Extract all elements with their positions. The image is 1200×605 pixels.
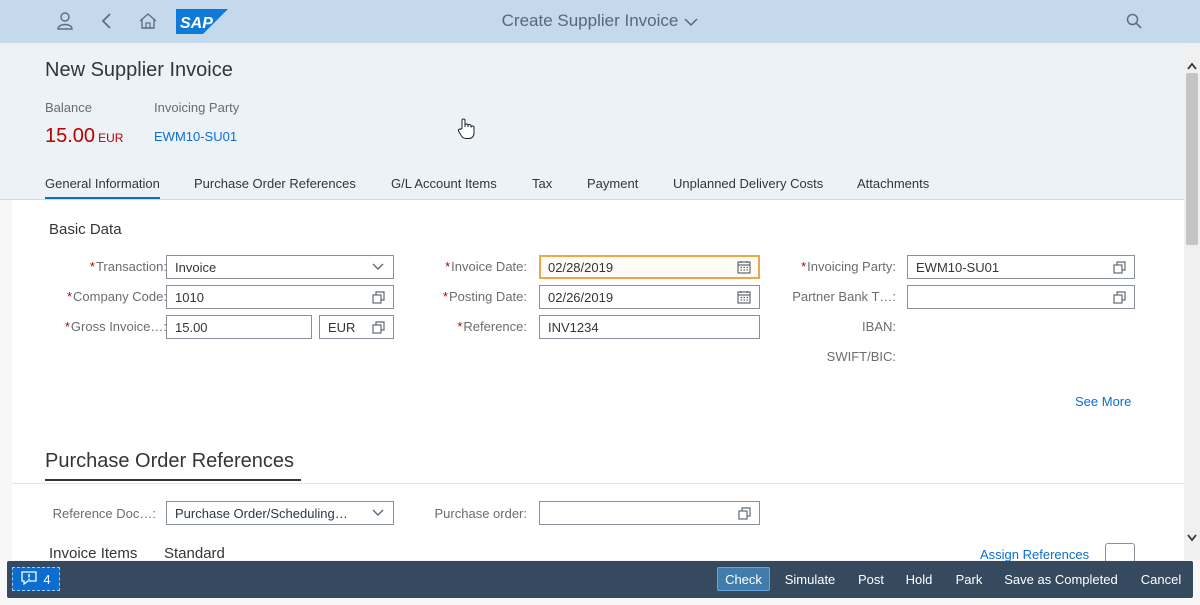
reference-value: INV1234 xyxy=(548,319,599,335)
iban-label: IBAN: xyxy=(862,319,896,334)
scroll-down-icon[interactable] xyxy=(1187,529,1197,542)
shell-bar: SAP Create Supplier Invoice xyxy=(0,0,1200,43)
svg-text:SAP: SAP xyxy=(180,15,213,32)
app-title-menu[interactable]: Create Supplier Invoice xyxy=(502,11,699,30)
tab-gl-account-items[interactable]: G/L Account Items xyxy=(391,176,497,191)
company-code-field[interactable]: 1010 xyxy=(166,285,394,309)
tab-general-information[interactable]: General Information xyxy=(45,176,160,199)
transaction-label: *Transaction: xyxy=(89,259,167,274)
vertical-scrollbar[interactable] xyxy=(1184,43,1200,560)
invoice-items-title: Invoice Items xyxy=(49,545,138,562)
gross-invoice-value: 15.00 xyxy=(175,319,208,335)
balance-currency: EUR xyxy=(98,131,124,145)
partner-bank-label: Partner Bank T…: xyxy=(792,289,896,304)
partner-bank-field[interactable] xyxy=(907,285,1135,309)
transaction-select[interactable]: Invoice xyxy=(166,255,394,279)
page-title: New Supplier Invoice xyxy=(45,59,233,81)
balance-amount: 15.00 xyxy=(45,125,96,147)
invoicing-party-label: Invoicing Party xyxy=(154,100,240,115)
assign-references-link[interactable]: Assign References xyxy=(980,547,1089,562)
invoice-date-label: *Invoice Date: xyxy=(445,259,527,274)
gross-invoice-label: *Gross Invoice…: xyxy=(64,319,167,334)
app-title-text: Create Supplier Invoice xyxy=(501,11,679,30)
purchase-order-field[interactable] xyxy=(539,501,760,525)
scroll-up-icon[interactable] xyxy=(1187,57,1197,70)
message-count: 4 xyxy=(43,571,51,587)
balance-label: Balance xyxy=(45,100,92,115)
invoicing-party-link[interactable]: EWM10-SU01 xyxy=(154,129,237,144)
purchase-order-label: Purchase order: xyxy=(434,506,528,521)
see-more-link[interactable]: See More xyxy=(1075,394,1131,409)
main-content: Basic Data *Transaction: Invoice *Compan… xyxy=(12,200,1184,563)
swift-label: SWIFT/BIC: xyxy=(826,349,896,364)
hand-cursor-icon xyxy=(457,118,475,139)
invoicing-party-field-label: *Invoicing Party: xyxy=(801,259,896,274)
check-button[interactable]: Check xyxy=(717,567,770,591)
posting-date-field[interactable]: 02/26/2019 xyxy=(539,285,760,309)
company-code-value: 1010 xyxy=(175,289,204,305)
value-help-icon[interactable] xyxy=(1112,260,1126,274)
chevron-down-icon[interactable] xyxy=(371,506,385,520)
gross-invoice-field[interactable]: 15.00 xyxy=(166,315,312,339)
reference-doc-label: Reference Doc…: xyxy=(52,506,156,521)
invoice-date-value: 02/28/2019 xyxy=(548,259,614,275)
variant-standard[interactable]: Standard xyxy=(164,545,225,562)
posting-date-label: *Posting Date: xyxy=(442,289,527,304)
reference-field[interactable]: INV1234 xyxy=(539,315,760,339)
value-help-icon[interactable] xyxy=(737,506,751,520)
po-references-title: Purchase Order References xyxy=(45,450,295,472)
cancel-button[interactable]: Cancel xyxy=(1135,567,1187,591)
invoicing-party-field-value: EWM10-SU01 xyxy=(916,259,1000,275)
company-code-label: *Company Code: xyxy=(66,289,167,304)
message-popover-icon xyxy=(21,570,38,588)
tab-payment[interactable]: Payment xyxy=(587,176,638,191)
currency-value: EUR xyxy=(328,319,356,335)
sap-logo[interactable]: SAP xyxy=(176,9,228,34)
tab-tax[interactable]: Tax xyxy=(532,176,552,191)
hold-button[interactable]: Hold xyxy=(901,567,937,591)
tab-attachments[interactable]: Attachments xyxy=(857,176,929,191)
section-divider xyxy=(12,483,1184,484)
chevron-down-icon[interactable] xyxy=(371,260,385,274)
messages-button[interactable]: 4 xyxy=(12,567,60,591)
back-icon[interactable] xyxy=(94,8,120,34)
calendar-icon[interactable] xyxy=(737,290,751,304)
invoice-date-field[interactable]: 02/28/2019 xyxy=(539,255,760,279)
calendar-icon[interactable] xyxy=(737,260,751,274)
reference-doc-value: Purchase Order/Scheduling… xyxy=(175,505,348,521)
invoicing-party-field[interactable]: EWM10-SU01 xyxy=(907,255,1135,279)
value-help-icon[interactable] xyxy=(371,320,385,334)
tab-bar: General Information Purchase Order Refer… xyxy=(0,170,1184,200)
reference-doc-select[interactable]: Purchase Order/Scheduling… xyxy=(166,501,394,525)
user-icon[interactable] xyxy=(52,8,78,34)
scrollbar-thumb[interactable] xyxy=(1186,73,1198,245)
transaction-value: Invoice xyxy=(175,259,217,275)
tab-unplanned-delivery-costs[interactable]: Unplanned Delivery Costs xyxy=(673,176,823,191)
simulate-button[interactable]: Simulate xyxy=(780,567,840,591)
footer-toolbar: 4 Check Simulate Post Hold Park Save as … xyxy=(7,561,1193,598)
park-button[interactable]: Park xyxy=(951,567,987,591)
section-underline xyxy=(45,479,301,481)
reference-label: *Reference: xyxy=(457,319,527,334)
basic-data-title: Basic Data xyxy=(49,221,122,238)
value-help-icon[interactable] xyxy=(1112,290,1126,304)
chevron-down-icon xyxy=(684,12,698,32)
post-button[interactable]: Post xyxy=(853,567,889,591)
posting-date-value: 02/26/2019 xyxy=(548,289,614,305)
settings-button[interactable] xyxy=(1105,543,1135,563)
search-icon[interactable] xyxy=(1121,8,1147,34)
tab-purchase-order-references[interactable]: Purchase Order References xyxy=(194,176,356,191)
save-as-completed-button[interactable]: Save as Completed xyxy=(1000,567,1122,591)
balance-value: 15.00 EUR xyxy=(45,125,123,148)
currency-field[interactable]: EUR xyxy=(319,315,394,339)
home-icon[interactable] xyxy=(135,8,161,34)
value-help-icon[interactable] xyxy=(371,290,385,304)
